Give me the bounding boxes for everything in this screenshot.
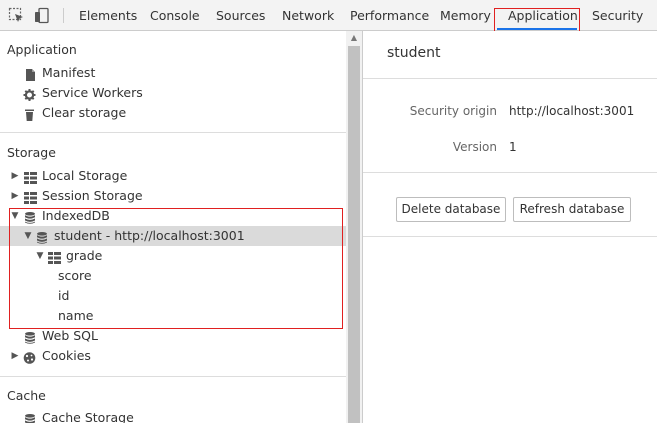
sidebar-item-local-storage[interactable]: ▶ Local Storage bbox=[0, 166, 346, 186]
inspect-element-icon[interactable] bbox=[8, 7, 26, 25]
sidebar-item-web-sql[interactable]: Web SQL bbox=[0, 326, 346, 346]
section-title-application: Application bbox=[7, 42, 77, 57]
scroll-up-arrow-icon[interactable]: ▲ bbox=[346, 31, 362, 45]
version-value: 1 bbox=[509, 140, 517, 154]
sidebar-item-manifest[interactable]: Manifest bbox=[0, 63, 346, 83]
sidebar-item-label: Cache Storage bbox=[42, 410, 134, 423]
sidebar-item-label: Web SQL bbox=[42, 328, 98, 343]
tab-sources[interactable]: Sources bbox=[216, 0, 265, 31]
security-origin-label: Security origin bbox=[409, 104, 497, 118]
section-title-cache: Cache bbox=[7, 388, 46, 403]
database-icon bbox=[24, 330, 37, 344]
grid-icon bbox=[24, 170, 37, 184]
expand-arrow-icon[interactable]: ▶ bbox=[10, 166, 20, 186]
sidebar-item-session-storage[interactable]: ▶ Session Storage bbox=[0, 186, 346, 206]
section-divider bbox=[0, 376, 346, 377]
sidebar-item-cache-storage[interactable]: Cache Storage bbox=[0, 408, 346, 423]
grid-icon bbox=[24, 190, 37, 204]
cookie-icon bbox=[23, 350, 36, 364]
sidebar-item-label: Clear storage bbox=[42, 105, 127, 120]
panel-divider bbox=[363, 172, 657, 173]
sidebar-item-service-workers[interactable]: Service Workers bbox=[0, 83, 346, 103]
database-icon bbox=[24, 412, 37, 423]
sidebar-item-label: Local Storage bbox=[42, 168, 128, 183]
refresh-database-button[interactable]: Refresh database bbox=[513, 197, 631, 222]
device-toolbar-icon[interactable] bbox=[33, 7, 51, 25]
section-divider bbox=[0, 132, 346, 133]
sidebar-item-label: Session Storage bbox=[42, 188, 143, 203]
gear-icon bbox=[23, 87, 36, 101]
database-title: student bbox=[387, 45, 441, 61]
tab-security[interactable]: Security bbox=[592, 0, 643, 31]
panel-divider bbox=[363, 236, 657, 237]
sidebar-item-clear-storage[interactable]: Clear storage bbox=[0, 103, 346, 123]
section-title-storage: Storage bbox=[7, 145, 56, 160]
delete-database-button[interactable]: Delete database bbox=[396, 197, 506, 222]
tab-console[interactable]: Console bbox=[150, 0, 200, 31]
tab-memory[interactable]: Memory bbox=[440, 0, 491, 31]
tab-elements[interactable]: Elements bbox=[79, 0, 137, 31]
indexeddb-highlight-box bbox=[9, 208, 343, 329]
document-icon bbox=[24, 67, 37, 81]
sidebar-item-label: Service Workers bbox=[42, 85, 143, 100]
tab-network[interactable]: Network bbox=[282, 0, 334, 31]
sidebar-item-label: Manifest bbox=[42, 65, 96, 80]
database-details-panel: student Security origin http://localhost… bbox=[363, 31, 657, 423]
tab-performance[interactable]: Performance bbox=[350, 0, 429, 31]
expand-arrow-icon[interactable]: ▶ bbox=[10, 346, 20, 366]
trash-icon bbox=[24, 107, 37, 121]
expand-arrow-icon[interactable]: ▶ bbox=[10, 186, 20, 206]
toolbar-separator bbox=[63, 8, 64, 23]
version-label: Version bbox=[452, 140, 497, 154]
sidebar-item-label: Cookies bbox=[42, 348, 91, 363]
sidebar-scrollbar[interactable]: ▲ bbox=[346, 31, 362, 423]
panel-divider bbox=[363, 78, 657, 79]
sidebar-item-cookies[interactable]: ▶ Cookies bbox=[0, 346, 346, 366]
scrollbar-thumb[interactable] bbox=[348, 46, 360, 423]
security-origin-value: http://localhost:3001 bbox=[509, 104, 635, 118]
